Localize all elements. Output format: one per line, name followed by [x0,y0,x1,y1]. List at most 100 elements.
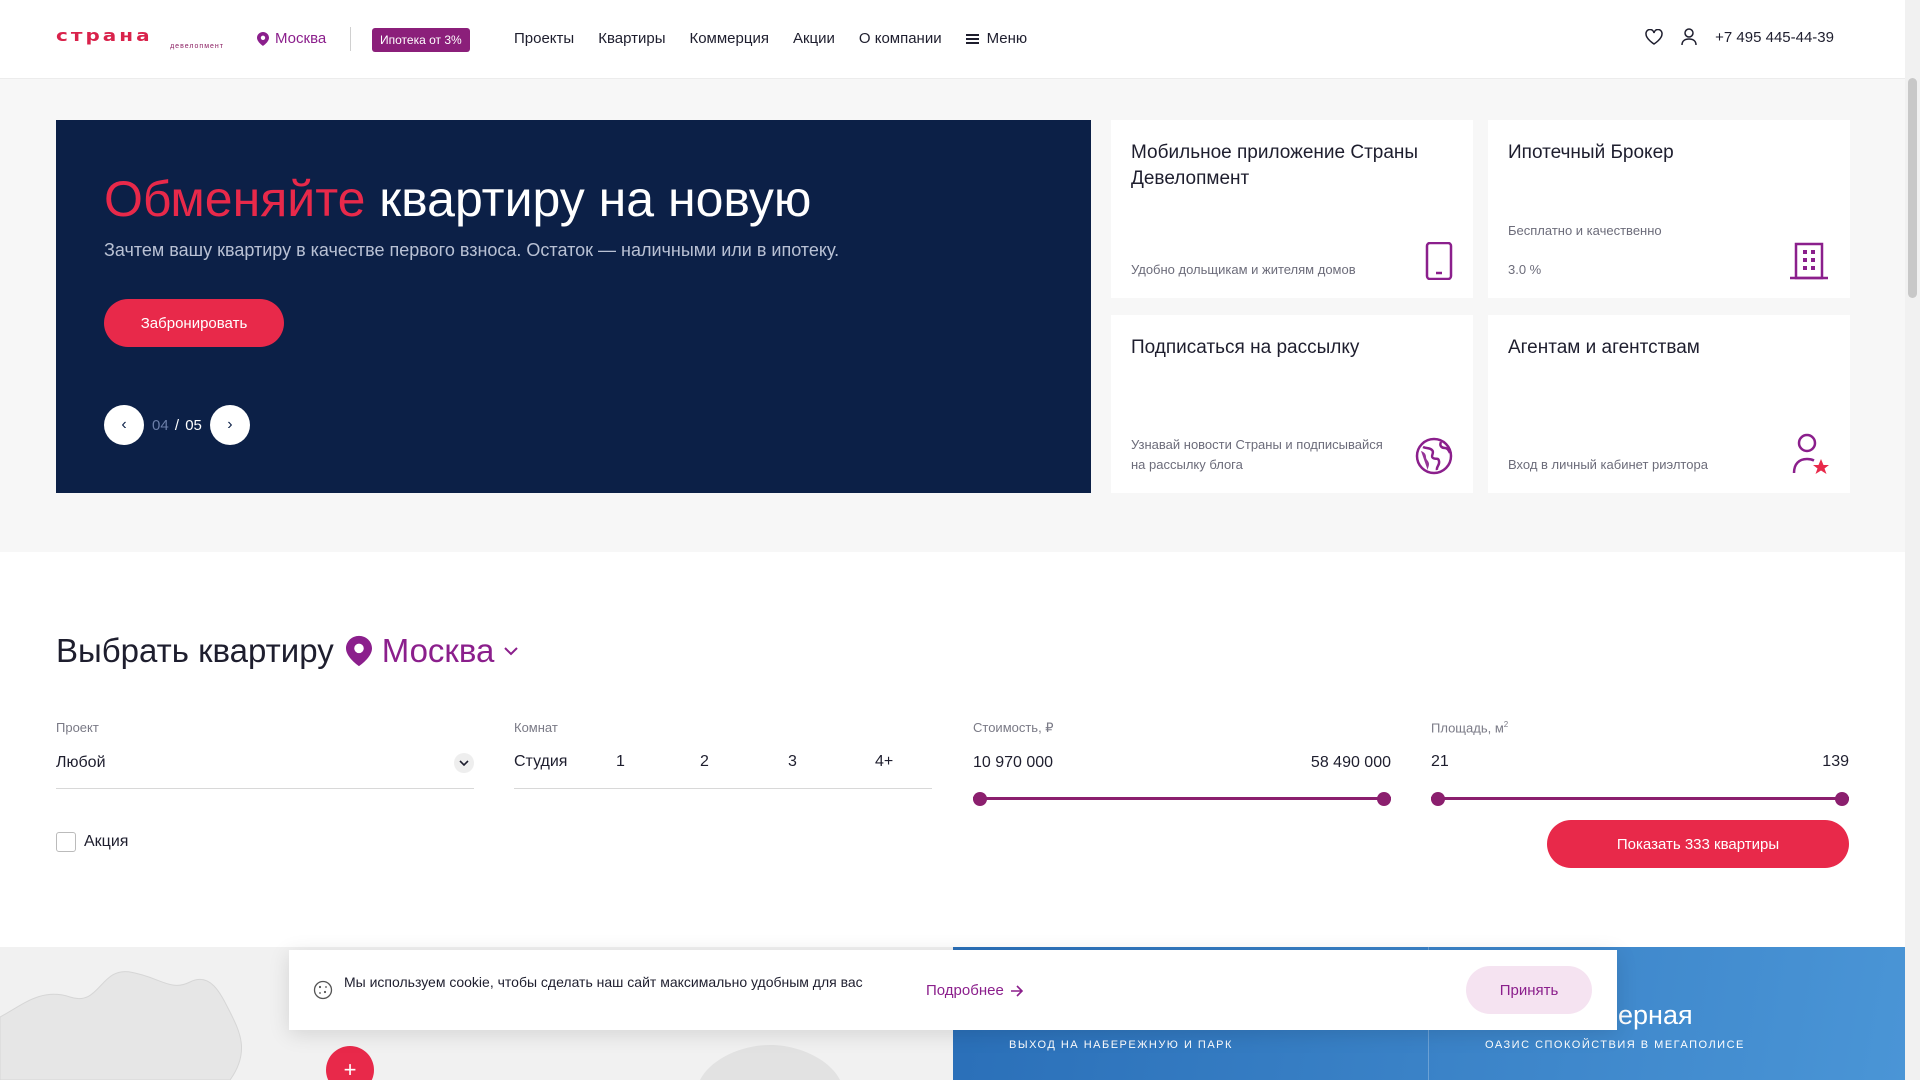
book-button[interactable]: Забронировать [104,299,284,347]
hero-title: Обменяйте квартиру на новую [104,170,811,228]
cookie-accept-button[interactable]: Принять [1466,966,1592,1014]
room-option-3[interactable]: 3 [788,753,875,771]
chevron-down-icon [454,753,474,773]
card-newsletter[interactable]: Подписаться на рассылку Узнавай новости … [1111,315,1473,493]
user-icon[interactable] [1681,28,1697,46]
location-pin-icon [257,31,269,46]
area-values: 21 139 [1431,753,1849,771]
checkbox-box[interactable] [56,832,76,852]
cookie-more-label: Подробнее [926,982,1004,999]
project-value-row: Любой [56,753,474,773]
card-title: Ипотечный Брокер [1508,142,1674,163]
project-select[interactable]: Проект Любой [56,720,474,789]
cookie-more-link[interactable]: Подробнее [926,982,1024,999]
card-rate: 3.0 % [1508,262,1542,277]
show-apartments-button[interactable]: Показать 333 квартиры [1547,820,1849,868]
area-unit-sup: 2 [1503,720,1509,729]
apartment-filter: Выбрать квартиру Москва Проект Любой Ком… [0,552,1905,947]
nav-item-projects[interactable]: Проекты [514,30,574,47]
logo-subtitle: девелопмент [170,43,224,50]
main-nav: Проекты Квартиры Коммерция Акции О компа… [514,30,1027,47]
field-underline [56,788,474,789]
project-label: Проект [56,720,99,735]
price-values: 10 970 000 58 490 000 [973,754,1391,772]
price-label: Стоимость, ₽ [973,720,1054,735]
card-subtitle: Удобно дольщикам и жителям домов [1131,262,1356,277]
company-logo[interactable]: страна девелопмент [56,27,226,52]
room-option-2[interactable]: 2 [700,753,788,771]
next-slide-button[interactable]: › [209,405,250,445]
project-title: ерная [1618,1000,1693,1030]
nav-item-apartments[interactable]: Квартиры [598,30,665,47]
cookie-text: Мы используем cookie, чтобы сделать наш … [344,974,863,990]
filter-city-label: Москва [381,632,495,669]
area-min[interactable]: 21 [1431,753,1449,771]
room-option-4plus[interactable]: 4+ [875,753,893,771]
city-label: Москва [275,30,327,47]
site-header: страна девелопмент Москва Ипотека от 3% … [0,0,1905,79]
filter-title-text: Выбрать квартиру [56,632,334,669]
rooms-options: Студия 1 2 3 4+ [514,753,932,771]
heart-icon[interactable] [1645,29,1663,45]
price-slider-track[interactable] [973,797,1391,800]
project-subtitle-right: ОАЗИС СПОКОЙСТВИЯ В МЕГАПОЛИСЕ [1485,1039,1745,1051]
field-underline [514,788,932,789]
filter-city-selector[interactable]: Москва [345,632,519,670]
price-min[interactable]: 10 970 000 [973,754,1053,772]
slide-pager: ‹ 04 / 05 › [104,405,250,445]
promo-checkbox[interactable]: Акция [56,832,128,852]
area-max-handle[interactable] [1835,792,1849,806]
card-mortgage-broker[interactable]: Ипотечный Брокер Бесплатно и качественно… [1488,120,1850,298]
hero-title-rest: квартиру на новую [365,171,812,227]
price-max-handle[interactable] [1377,792,1391,806]
phone-number[interactable]: +7 495 445-44-39 [1715,29,1834,46]
hero-description: Зачтем вашу квартиру в качестве первого … [104,240,840,260]
hero-title-accent: Обменяйте [104,171,366,227]
area-slider-track[interactable] [1431,797,1849,800]
chevron-left-icon: ‹ [121,416,127,433]
card-title: Мобильное приложение Страны Девелопмент [1131,142,1419,189]
slide-separator: / [170,416,184,434]
area-min-handle[interactable] [1431,792,1445,806]
scrollbar-thumb[interactable] [1908,78,1917,298]
nav-item-about[interactable]: О компании [859,30,942,47]
room-option-studio[interactable]: Студия [514,753,616,771]
cookie-icon [313,980,333,1000]
page-scrollbar[interactable] [1905,0,1920,1080]
project-value: Любой [56,754,106,771]
nav-item-promotions[interactable]: Акции [793,30,835,47]
area-label-text: Площадь, м [1431,720,1504,736]
chevron-down-icon [504,646,519,655]
price-min-handle[interactable] [973,792,987,806]
area-range: Площадь, м2 21 139 [1431,720,1849,806]
mortgage-badge[interactable]: Ипотека от 3% [372,28,470,52]
hero-banner: Обменяйте квартиру на новую Зачтем вашу … [56,120,1091,493]
slide-total: 05 [185,416,202,434]
building-icon [1790,242,1828,280]
cookie-banner: Мы используем cookie, чтобы сделать наш … [289,950,1617,1030]
promo-label: Акция [84,833,129,850]
prev-slide-button[interactable]: ‹ [104,405,144,445]
card-subtitle: Вход в личный кабинет риэлтора [1508,457,1708,472]
menu-button[interactable]: Меню [965,30,1028,47]
header-divider [350,27,351,51]
hamburger-icon [965,33,979,44]
card-mobile-app[interactable]: Мобильное приложение Страны Девелопмент … [1111,120,1473,298]
globe-icon [1415,437,1453,475]
agent-star-icon [1792,433,1829,474]
area-label: Площадь, м2 [1431,720,1849,735]
card-title: Подписаться на рассылку [1131,337,1360,358]
menu-label: Меню [986,30,1028,47]
nav-item-commerce[interactable]: Коммерция [689,30,768,47]
room-option-1[interactable]: 1 [616,753,700,771]
phone-icon [1425,242,1453,280]
card-agents[interactable]: Агентам и агентствам Вход в личный кабин… [1488,315,1850,493]
card-title: Агентам и агентствам [1508,337,1700,358]
rooms-label: Комнат [514,720,558,735]
filter-title: Выбрать квартиру Москва [56,632,519,670]
price-max[interactable]: 58 490 000 [1311,754,1391,772]
rooms-filter: Комнат Студия 1 2 3 4+ [514,720,932,789]
city-selector[interactable]: Москва [257,30,326,47]
header-actions: +7 495 445-44-39 [1645,28,1834,46]
area-max[interactable]: 139 [1822,753,1849,771]
